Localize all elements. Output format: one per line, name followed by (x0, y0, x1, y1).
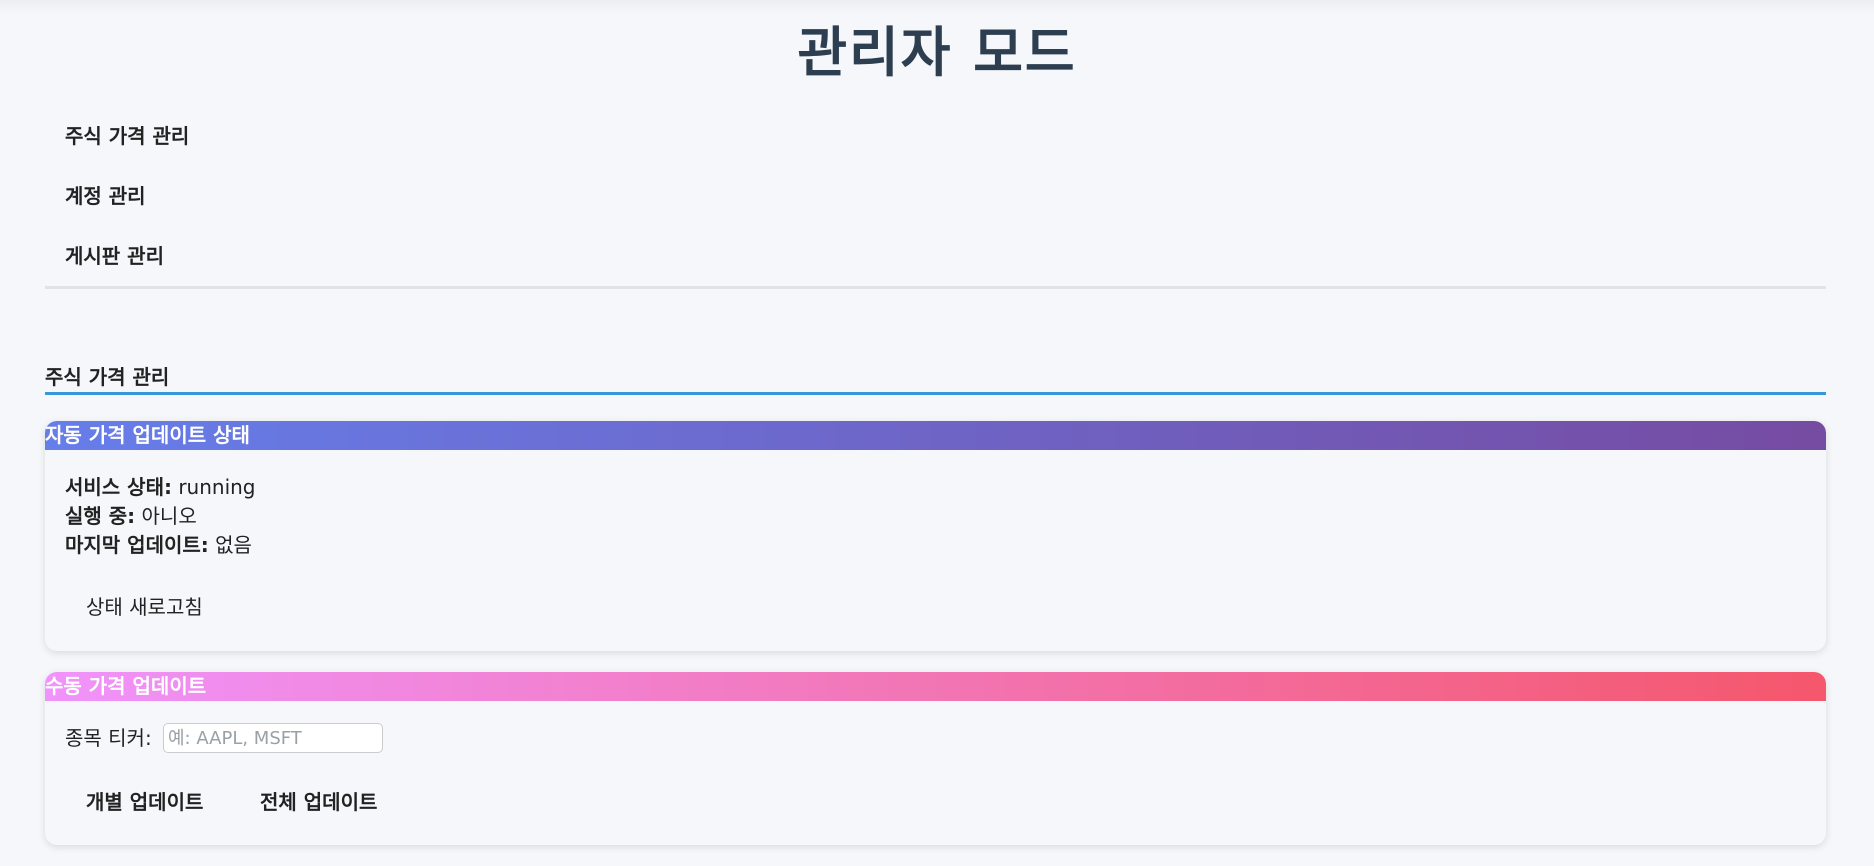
admin-nav: 주식 가격 관리 계정 관리 게시판 관리 (45, 118, 1826, 298)
service-status-row: 서비스 상태: running (65, 473, 256, 502)
refresh-status-button[interactable]: 상태 새로고침 (86, 591, 203, 620)
auto-update-header: 자동 가격 업데이트 상태 (45, 421, 1826, 450)
nav-divider (45, 286, 1826, 289)
single-update-button[interactable]: 개별 업데이트 (86, 786, 203, 815)
all-update-button[interactable]: 전체 업데이트 (260, 786, 377, 815)
running-row: 실행 중: 아니오 (65, 502, 256, 531)
last-update-label: 마지막 업데이트: (65, 533, 209, 557)
service-status-label: 서비스 상태: (65, 475, 172, 499)
auto-update-card: 자동 가격 업데이트 상태 서비스 상태: running 실행 중: 아니오 … (45, 421, 1826, 651)
page-title: 관리자 모드 (797, 21, 1077, 84)
last-update-row: 마지막 업데이트: 없음 (65, 531, 256, 560)
nav-item-board[interactable]: 게시판 관리 (45, 238, 1826, 298)
nav-item-accounts[interactable]: 계정 관리 (45, 178, 1826, 238)
manual-update-header: 수동 가격 업데이트 (45, 672, 1826, 701)
manual-update-card: 수동 가격 업데이트 종목 티커: 개별 업데이트 전체 업데이트 (45, 672, 1826, 845)
section-title: 주식 가격 관리 (45, 364, 170, 389)
service-status-value: running (178, 475, 256, 499)
status-info: 서비스 상태: running 실행 중: 아니오 마지막 업데이트: 없음 (65, 473, 256, 560)
ticker-input[interactable] (163, 723, 383, 753)
running-label: 실행 중: (65, 504, 136, 528)
running-value: 아니오 (141, 504, 197, 528)
section-underline (45, 392, 1826, 395)
nav-item-stock-price[interactable]: 주식 가격 관리 (45, 118, 1826, 178)
last-update-value: 없음 (215, 533, 252, 557)
ticker-label: 종목 티커: (65, 726, 152, 750)
